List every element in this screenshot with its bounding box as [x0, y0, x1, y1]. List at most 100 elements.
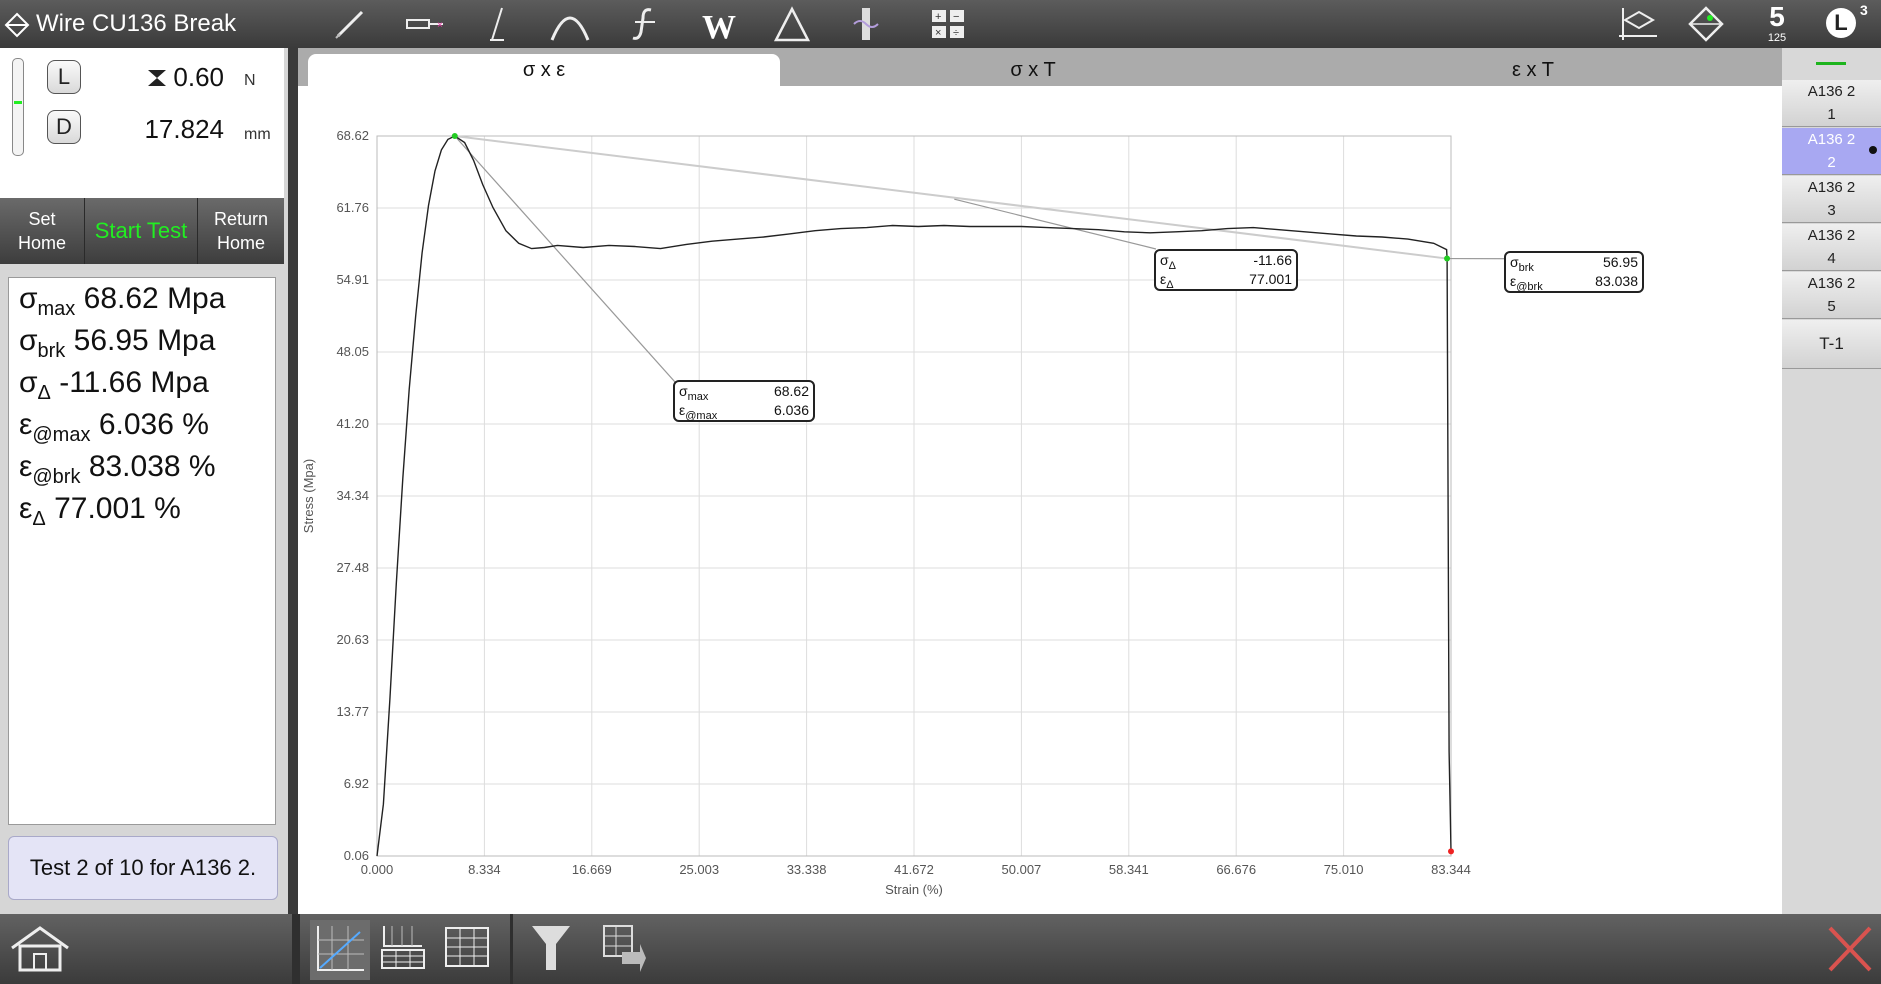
baseline-icon[interactable] [1615, 6, 1659, 42]
results-panel: σmax 68.62 Mpa σbrk 56.95 Mpa σΔ -11.66 … [8, 277, 276, 825]
panel-divider[interactable] [288, 48, 298, 914]
probe-icon[interactable]: × [405, 6, 445, 42]
x-tick-label: 58.341 [1109, 862, 1149, 877]
cut-icon[interactable] [846, 6, 886, 42]
y-tick-label: 0.06 [344, 848, 369, 863]
displacement-value: 17.824 [144, 114, 224, 144]
trend-line [454, 135, 1448, 260]
level-gauge [12, 58, 24, 156]
specimen-label: A136 2 [1807, 83, 1856, 100]
pen-icon[interactable] [330, 6, 370, 42]
tab-stress-time[interactable]: σ x T [788, 54, 1278, 86]
calculator-icon[interactable]: + −× ÷ [928, 6, 968, 42]
result-eps-max: ε@max 6.036 % [19, 408, 209, 446]
result-sigma-delta: σΔ -11.66 Mpa [19, 366, 209, 404]
top-toolbar: Wire CU136 Break × W + − × ÷ 5 125 L 3 [0, 0, 1881, 48]
break-point-marker [1444, 255, 1451, 262]
template-item[interactable]: T-1 [1782, 320, 1881, 369]
export-icon[interactable] [600, 922, 646, 974]
x-tick-label: 16.669 [572, 862, 612, 877]
result-eps-delta: εΔ 77.001 % [19, 492, 181, 530]
slope-icon[interactable] [480, 6, 520, 42]
funnel-icon[interactable] [528, 922, 574, 974]
y-tick-label: 48.05 [336, 344, 369, 359]
load-unit: N [244, 72, 256, 89]
specimen-panel: A136 2 1 A136 2 2 A136 2 3 A136 2 4 A136… [1782, 48, 1881, 914]
load-value: 0.60 [173, 62, 224, 92]
triangle-icon[interactable] [772, 6, 812, 42]
specimen-item-4[interactable]: A136 2 4 [1782, 224, 1881, 271]
specimen-item-5[interactable]: A136 2 5 [1782, 272, 1881, 319]
x-tick-label: 83.344 [1431, 862, 1471, 877]
specimen-item-1[interactable]: A136 2 1 [1782, 80, 1881, 127]
svg-text:+: + [935, 11, 941, 23]
start-test-button[interactable]: Start Test [84, 198, 198, 264]
y-tick-label: 20.63 [336, 632, 369, 647]
y-tick-label: 27.48 [336, 560, 369, 575]
set-home-label-2: Home [17, 233, 66, 253]
specimen-index: 5 [1827, 298, 1836, 315]
y-tick-label: 13.77 [336, 704, 369, 719]
x-axis-label: Strain (%) [885, 882, 943, 897]
return-home-label-2: Home [216, 233, 265, 253]
return-home-label-1: Return [213, 209, 269, 229]
specimen-item-3[interactable]: A136 2 3 [1782, 176, 1881, 223]
specimen-index: 3 [1827, 202, 1836, 219]
specimen-index: 2 [1827, 154, 1836, 171]
result-sigma-max: σmax 68.62 Mpa [19, 282, 226, 320]
annotation-max[interactable]: σmax 68.62 ε@max 6.036 [673, 380, 815, 422]
tab-stress-strain[interactable]: σ x ε [308, 54, 780, 86]
tab-strain-time[interactable]: ε x T [1288, 54, 1778, 86]
load-button[interactable]: L [47, 60, 81, 94]
x-tick-label: 41.672 [894, 862, 934, 877]
readouts-panel: L D 0.60 N 17.824 mm [0, 48, 284, 198]
displacement-unit: mm [244, 126, 271, 143]
annotation-delta[interactable]: σΔ -11.66 εΔ 77.001 [1154, 249, 1298, 291]
l-badge-icon[interactable]: L [1826, 8, 1856, 38]
x-tick-label: 33.338 [787, 862, 827, 877]
annotation-break[interactable]: σbrk 56.95 ε@brk 83.038 [1504, 251, 1644, 293]
home-icon[interactable] [8, 924, 72, 974]
diamond-icon[interactable] [1686, 6, 1726, 42]
integral-icon[interactable] [625, 6, 665, 42]
max-point-marker [451, 133, 458, 139]
speed-icon[interactable]: 5 125 [1760, 2, 1794, 46]
result-eps-brk: ε@brk 83.038 % [19, 450, 216, 488]
displacement-button[interactable]: D [47, 110, 81, 144]
command-row: Set Home Start Test Return Home [0, 198, 284, 264]
y-tick-label: 68.62 [336, 128, 369, 143]
curve-icon[interactable] [550, 6, 590, 42]
specimen-index: 1 [1827, 106, 1836, 123]
w-icon[interactable]: W [700, 6, 740, 42]
y-tick-label: 61.76 [336, 200, 369, 215]
annotation-leader [454, 135, 676, 383]
svg-text:×: × [437, 20, 443, 31]
x-tick-label: 50.007 [1002, 862, 1042, 877]
svg-text:×: × [935, 27, 941, 39]
return-home-button[interactable]: Return Home [198, 198, 284, 264]
specimen-label: A136 2 [1807, 131, 1856, 148]
l-badge-count: 3 [1860, 2, 1868, 18]
graph-table-view-icon[interactable] [378, 922, 428, 972]
window-title: Wire CU136 Break [36, 10, 237, 37]
y-tick-label: 54.91 [336, 272, 369, 287]
specimen-item-2[interactable]: A136 2 2 [1782, 128, 1881, 175]
x-tick-label: 75.010 [1324, 862, 1364, 877]
bottom-divider-2 [510, 914, 513, 984]
y-tick-label: 6.92 [344, 776, 369, 791]
result-sigma-brk: σbrk 56.95 Mpa [19, 324, 216, 362]
collapse-indicator[interactable] [1816, 62, 1846, 65]
y-tick-label: 34.34 [336, 488, 369, 503]
svg-text:W: W [702, 9, 736, 42]
set-home-label-1: Set [28, 209, 56, 229]
close-icon[interactable] [1826, 924, 1874, 974]
app-menu-icon[interactable] [4, 12, 30, 38]
bottom-divider [292, 914, 300, 984]
tab-bar: σ x ε σ x T ε x T [298, 48, 1782, 86]
table-view-icon[interactable] [442, 922, 492, 972]
graph-view-icon[interactable] [310, 920, 370, 980]
specimen-label: A136 2 [1807, 275, 1856, 292]
specimen-label: A136 2 [1807, 179, 1856, 196]
svg-text:−: − [953, 11, 959, 23]
set-home-button[interactable]: Set Home [0, 198, 84, 264]
